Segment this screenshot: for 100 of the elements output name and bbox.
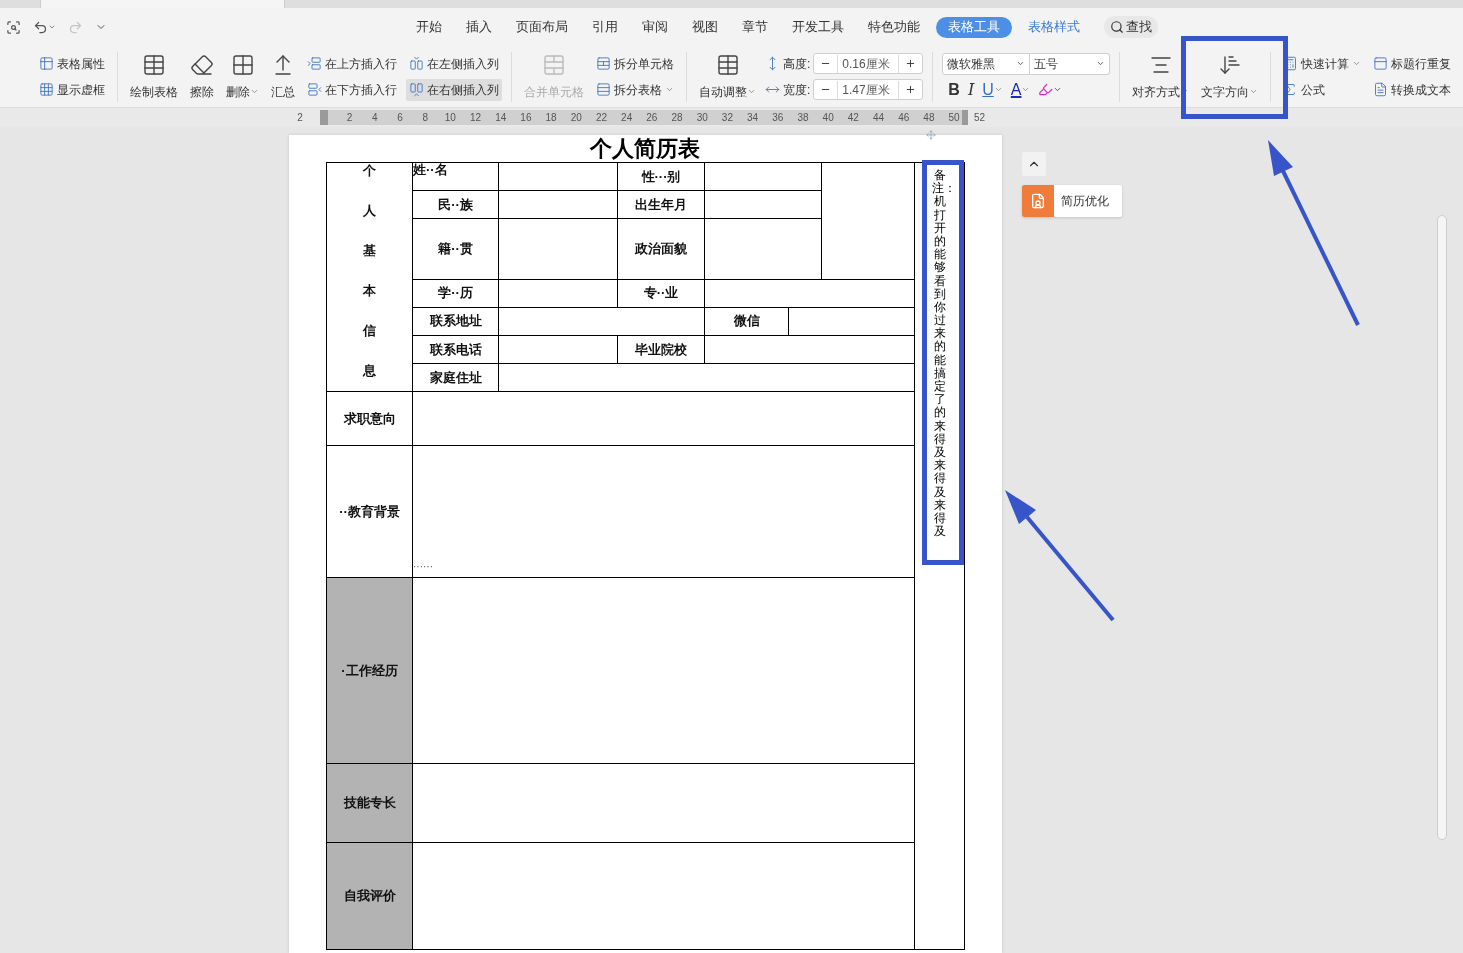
document-user-icon xyxy=(1030,193,1046,209)
caret-icon xyxy=(48,23,56,31)
document-title: 个人简历表 xyxy=(588,135,701,162)
ribbon-button[interactable]: 文字方向 xyxy=(1198,50,1262,103)
menu-tab[interactable]: 特色功能 xyxy=(868,17,920,37)
ribbon-button[interactable]: 在上方插入行 xyxy=(304,52,400,75)
format-button[interactable]: B xyxy=(948,81,960,98)
undo-icon xyxy=(33,19,48,35)
menu-tab[interactable]: 插入 xyxy=(466,17,492,37)
table-icon xyxy=(39,56,54,71)
ribbon-button[interactable]: 表格属性 xyxy=(36,52,108,75)
highlighter-icon xyxy=(1038,82,1054,97)
ribbon-button[interactable]: 汇总 xyxy=(268,50,298,103)
field-label: 学··历 xyxy=(412,279,499,308)
number-stepper[interactable]: 1.47厘米 xyxy=(813,79,924,100)
section-label: 技能专长 xyxy=(326,763,413,843)
ribbon-button[interactable]: 拆分单元格 xyxy=(593,52,677,75)
format-button[interactable]: A xyxy=(1010,81,1031,98)
ribbon-button[interactable]: 在下方插入行 xyxy=(304,78,400,101)
field-label: 毕业院校 xyxy=(617,335,705,364)
ribbon-button[interactable]: 在右侧插入列 xyxy=(406,78,502,101)
rows-icon xyxy=(596,82,611,97)
field-label: 高度: xyxy=(783,55,811,73)
split-cells-icon xyxy=(596,56,611,71)
menu-tab[interactable]: 页面布局 xyxy=(516,17,568,37)
ribbon-button[interactable]: 快速计算 xyxy=(1280,52,1365,75)
field-label: 微信 xyxy=(704,307,789,336)
document-icon xyxy=(1373,82,1389,97)
field-label: 专··业 xyxy=(617,279,705,308)
caret-icon xyxy=(1249,87,1259,96)
field-label: 出生年月 xyxy=(617,190,705,219)
field-label: 姓··名 xyxy=(412,162,499,191)
ribbon-button[interactable]: 在左侧插入列 xyxy=(406,52,502,75)
field-label: 民··族 xyxy=(412,190,499,219)
table-icon xyxy=(142,52,166,77)
font-select[interactable]: 微软雅黑 xyxy=(942,52,1031,75)
caret-icon xyxy=(1352,59,1362,68)
menu-tab[interactable]: 开发工具 xyxy=(792,17,844,37)
caret-icon xyxy=(747,87,756,96)
ribbon-button[interactable]: 自动调整 xyxy=(696,50,759,103)
field-label: 联系电话 xyxy=(412,335,499,364)
collapse-button[interactable] xyxy=(1022,152,1046,176)
number-stepper[interactable]: 0.16厘米 xyxy=(813,53,924,74)
caret-icon xyxy=(993,85,1003,94)
highlighter-button[interactable] xyxy=(1038,82,1063,97)
scrollbar[interactable] xyxy=(1437,215,1447,840)
header-row-icon xyxy=(1373,56,1389,71)
ribbon-button[interactable]: 标题行重复 xyxy=(1370,52,1455,75)
section-label: ··教育背景 xyxy=(326,445,413,578)
caret-icon xyxy=(250,87,259,96)
field-label: 宽度: xyxy=(783,81,811,99)
search-button[interactable]: 查找 xyxy=(1104,16,1158,38)
field-label: 联系地址 xyxy=(412,307,499,336)
field-label: 家庭住址 xyxy=(412,363,499,392)
table-move-icon[interactable] xyxy=(926,130,936,140)
insert-column-icon xyxy=(409,56,424,71)
field-label: 政治面貌 xyxy=(617,218,705,280)
plus-icon xyxy=(905,58,917,69)
font-size-select[interactable]: 五号 xyxy=(1030,52,1111,75)
ribbon-button[interactable]: 擦除 xyxy=(187,50,217,103)
preview-icon xyxy=(6,19,21,35)
ribbon-button[interactable]: 对齐方式 xyxy=(1129,50,1193,103)
ribbon-button[interactable]: 公式 xyxy=(1280,78,1365,101)
grid-icon xyxy=(39,82,54,97)
ribbon-button[interactable]: 绘制表格 xyxy=(127,50,181,103)
menu-tab[interactable]: 开始 xyxy=(416,17,442,37)
menu-tab[interactable]: 审阅 xyxy=(642,17,668,37)
caret-icon xyxy=(1021,85,1031,94)
ribbon-button[interactable]: 删除 xyxy=(223,50,262,103)
ribbon-button[interactable]: 显示虚框 xyxy=(36,78,108,101)
redo-icon xyxy=(68,19,83,35)
menu-tab[interactable]: 章节 xyxy=(742,17,768,37)
eraser-icon xyxy=(190,52,214,77)
caret-icon xyxy=(665,85,674,94)
menu-tab[interactable]: 引用 xyxy=(592,17,618,37)
field-label: 籍··贯 xyxy=(412,218,499,280)
insert-row-icon xyxy=(307,82,322,97)
resume-optimize-button[interactable]: 简历优化 xyxy=(1022,185,1122,217)
section-label: 自我评价 xyxy=(326,842,413,950)
section-label: ·工作经历 xyxy=(326,577,413,764)
insert-column-icon xyxy=(409,82,424,97)
merge-cells-icon xyxy=(542,52,566,77)
format-button[interactable]: U xyxy=(982,81,1003,98)
ribbon-button[interactable]: 拆分表格 xyxy=(593,78,677,101)
plus-icon xyxy=(905,84,917,95)
caret-icon xyxy=(1096,59,1106,68)
placeholder-dots: ······ xyxy=(413,561,434,574)
table-icon xyxy=(715,52,740,77)
grid-icon xyxy=(230,52,255,77)
menu-tab[interactable]: 视图 xyxy=(692,17,718,37)
menu-tab[interactable]: 表格样式 xyxy=(1028,17,1080,37)
caret-icon xyxy=(1016,59,1026,68)
section-label: 求职意向 xyxy=(326,391,413,446)
search-icon xyxy=(1110,20,1124,34)
insert-row-icon xyxy=(307,56,322,71)
field-label: 性···别 xyxy=(617,162,705,191)
section-label: 个人基本信息 xyxy=(363,162,376,380)
ribbon-button[interactable]: 转换成文本 xyxy=(1370,78,1455,101)
caret-icon xyxy=(1053,85,1063,94)
format-button[interactable]: I xyxy=(967,81,975,98)
